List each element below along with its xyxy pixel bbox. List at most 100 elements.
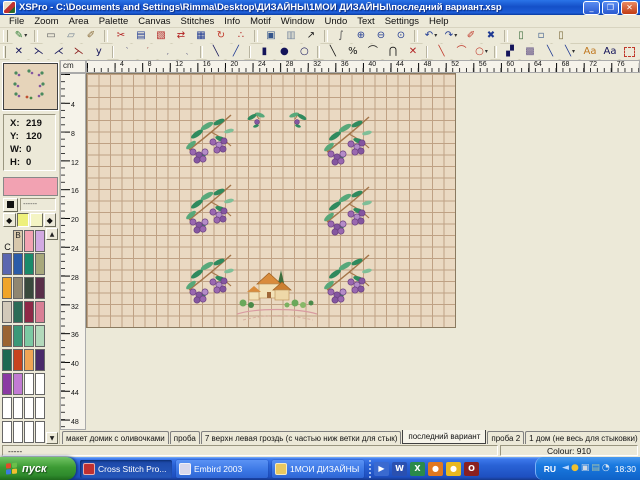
- daisy-stitch-button[interactable]: ⋂: [383, 44, 402, 60]
- start-button[interactable]: пуск: [0, 457, 76, 480]
- palette-swatch[interactable]: [13, 373, 23, 395]
- palette-swatch[interactable]: [24, 301, 34, 323]
- palette-swatch[interactable]: [13, 253, 23, 275]
- delete-button[interactable]: ✖: [482, 28, 501, 44]
- quarter-stitch-2-button[interactable]: ˊ: [138, 44, 157, 60]
- app-red-icon[interactable]: O: [464, 462, 479, 476]
- solid-color-button[interactable]: [3, 198, 18, 212]
- curve-red-button[interactable]: ⌒: [452, 44, 471, 60]
- palette-swatch[interactable]: [35, 421, 45, 443]
- full-stitch-button[interactable]: ✕: [9, 44, 28, 60]
- palette-swatch[interactable]: [13, 397, 23, 419]
- menu-undo[interactable]: Undo: [320, 16, 353, 27]
- palette-swatch[interactable]: [2, 277, 12, 299]
- design-preview[interactable]: [3, 63, 58, 110]
- menu-motif[interactable]: Motif: [245, 16, 276, 27]
- tray-network-icon[interactable]: ▤: [591, 464, 600, 473]
- page-button[interactable]: ▫: [532, 28, 551, 44]
- tray-coin-icon[interactable]: ●: [571, 464, 579, 473]
- dropdown-arrow-icon[interactable]: ▾: [485, 48, 488, 55]
- export-button[interactable]: ↗: [302, 28, 321, 44]
- rect-select-button[interactable]: ▭: [42, 28, 61, 44]
- restore-button[interactable]: ❐: [602, 1, 619, 15]
- tray-back-icon[interactable]: ◄: [562, 464, 569, 473]
- palette-swatch[interactable]: [35, 230, 45, 252]
- rotate-button[interactable]: ↻: [212, 28, 231, 44]
- twist-stitch-button[interactable]: %: [343, 44, 362, 60]
- pattern-tab[interactable]: проба 2: [487, 431, 524, 444]
- backstitch-2-button[interactable]: ╱: [226, 44, 245, 60]
- page-copy-button[interactable]: ▯: [512, 28, 531, 44]
- design-canvas[interactable]: [86, 73, 456, 328]
- palette-swatch[interactable]: [35, 301, 45, 323]
- pattern-tab[interactable]: проба: [170, 431, 200, 444]
- palette-swatch[interactable]: [13, 421, 23, 443]
- motif-image-button[interactable]: ▩: [520, 44, 539, 60]
- palette-swatch[interactable]: [24, 349, 34, 371]
- palette-scroll-up[interactable]: ▲: [46, 228, 58, 240]
- curve-stitch-button[interactable]: ⌒: [363, 44, 382, 60]
- pattern-tab[interactable]: последний вариант: [402, 430, 486, 444]
- palette-col-b-swatch[interactable]: B: [13, 230, 23, 252]
- copy-button[interactable]: ▤: [132, 28, 151, 44]
- language-indicator[interactable]: RU: [544, 464, 556, 474]
- motif-figure-button[interactable]: ▞: [500, 44, 519, 60]
- palette-swatch[interactable]: [2, 301, 12, 323]
- palette-swatch[interactable]: [24, 325, 34, 347]
- palette-swatch[interactable]: [35, 277, 45, 299]
- quarter-stitch-1-button[interactable]: ˋ: [118, 44, 137, 60]
- taskbar-task[interactable]: Cross Stitch Pro...: [80, 460, 172, 478]
- close-button[interactable]: ✕: [621, 1, 638, 15]
- palette-swatch[interactable]: [2, 397, 12, 419]
- tray-clock-icon[interactable]: ◔: [602, 464, 610, 473]
- palette-swatch[interactable]: [24, 253, 34, 275]
- zoom-in-button[interactable]: ⊕: [352, 28, 371, 44]
- paste-button[interactable]: ▧: [152, 28, 171, 44]
- app-coin-icon[interactable]: ●: [446, 462, 461, 476]
- minimize-button[interactable]: _: [583, 1, 600, 15]
- palette-swatch[interactable]: [35, 253, 45, 275]
- highlight-color-button[interactable]: [17, 213, 30, 227]
- media-player-icon[interactable]: ▶: [374, 462, 389, 476]
- palette-swatch[interactable]: [35, 397, 45, 419]
- zoom-out-button[interactable]: ⊖: [372, 28, 391, 44]
- menu-info[interactable]: Info: [219, 16, 245, 27]
- current-color-swatch[interactable]: [3, 177, 58, 196]
- pale-color-button[interactable]: [30, 213, 43, 227]
- bead-outline-button[interactable]: ○: [295, 44, 314, 60]
- menu-text[interactable]: Text: [352, 16, 379, 27]
- redo-button[interactable]: ↷▾: [442, 28, 461, 44]
- app-orange-icon[interactable]: ●: [428, 462, 443, 476]
- palette-swatch[interactable]: [2, 421, 12, 443]
- quarter-stitch-3-button[interactable]: ˏ: [158, 44, 177, 60]
- word-icon[interactable]: W: [392, 462, 407, 476]
- palette-swatch[interactable]: [2, 373, 12, 395]
- quarter-stitch-4-button[interactable]: ˎ: [178, 44, 197, 60]
- circle-red-button[interactable]: ○▾: [472, 44, 491, 60]
- dropdown-arrow-icon[interactable]: ▾: [434, 32, 437, 39]
- pattern-tab[interactable]: 7 верхн левая гроздь (с частью ниж ветки…: [201, 431, 402, 444]
- zoom-actual-button[interactable]: ⊙: [392, 28, 411, 44]
- palette-swatch[interactable]: [13, 277, 23, 299]
- palette-scroll-down[interactable]: ▼: [46, 432, 58, 444]
- three-quarter-stitch-4-button[interactable]: у: [89, 44, 108, 60]
- menu-file[interactable]: File: [4, 16, 29, 27]
- palette-swatch[interactable]: [24, 277, 34, 299]
- pen-button[interactable]: ✐: [462, 28, 481, 44]
- swap-button[interactable]: ⇄: [172, 28, 191, 44]
- menu-zoom[interactable]: Zoom: [29, 16, 63, 27]
- text-small-button[interactable]: Aa: [580, 44, 599, 60]
- diamond-right-button[interactable]: ◆: [44, 213, 57, 227]
- taskbar-task[interactable]: 1МОИ ДИЗАЙНЫ: [272, 460, 364, 478]
- palette-swatch[interactable]: [24, 230, 34, 252]
- straight-red-button[interactable]: ╲: [432, 44, 451, 60]
- floss-button[interactable]: ∫: [332, 28, 351, 44]
- diamond-left-button[interactable]: ◆: [3, 213, 16, 227]
- menu-canvas[interactable]: Canvas: [133, 16, 175, 27]
- taskbar-task[interactable]: Embird 2003: [176, 460, 268, 478]
- nodes-button[interactable]: ∴: [232, 28, 251, 44]
- menu-window[interactable]: Window: [276, 16, 320, 27]
- menu-area[interactable]: Area: [64, 16, 94, 27]
- pattern-button[interactable]: ▦: [192, 28, 211, 44]
- palette-swatch[interactable]: [2, 325, 12, 347]
